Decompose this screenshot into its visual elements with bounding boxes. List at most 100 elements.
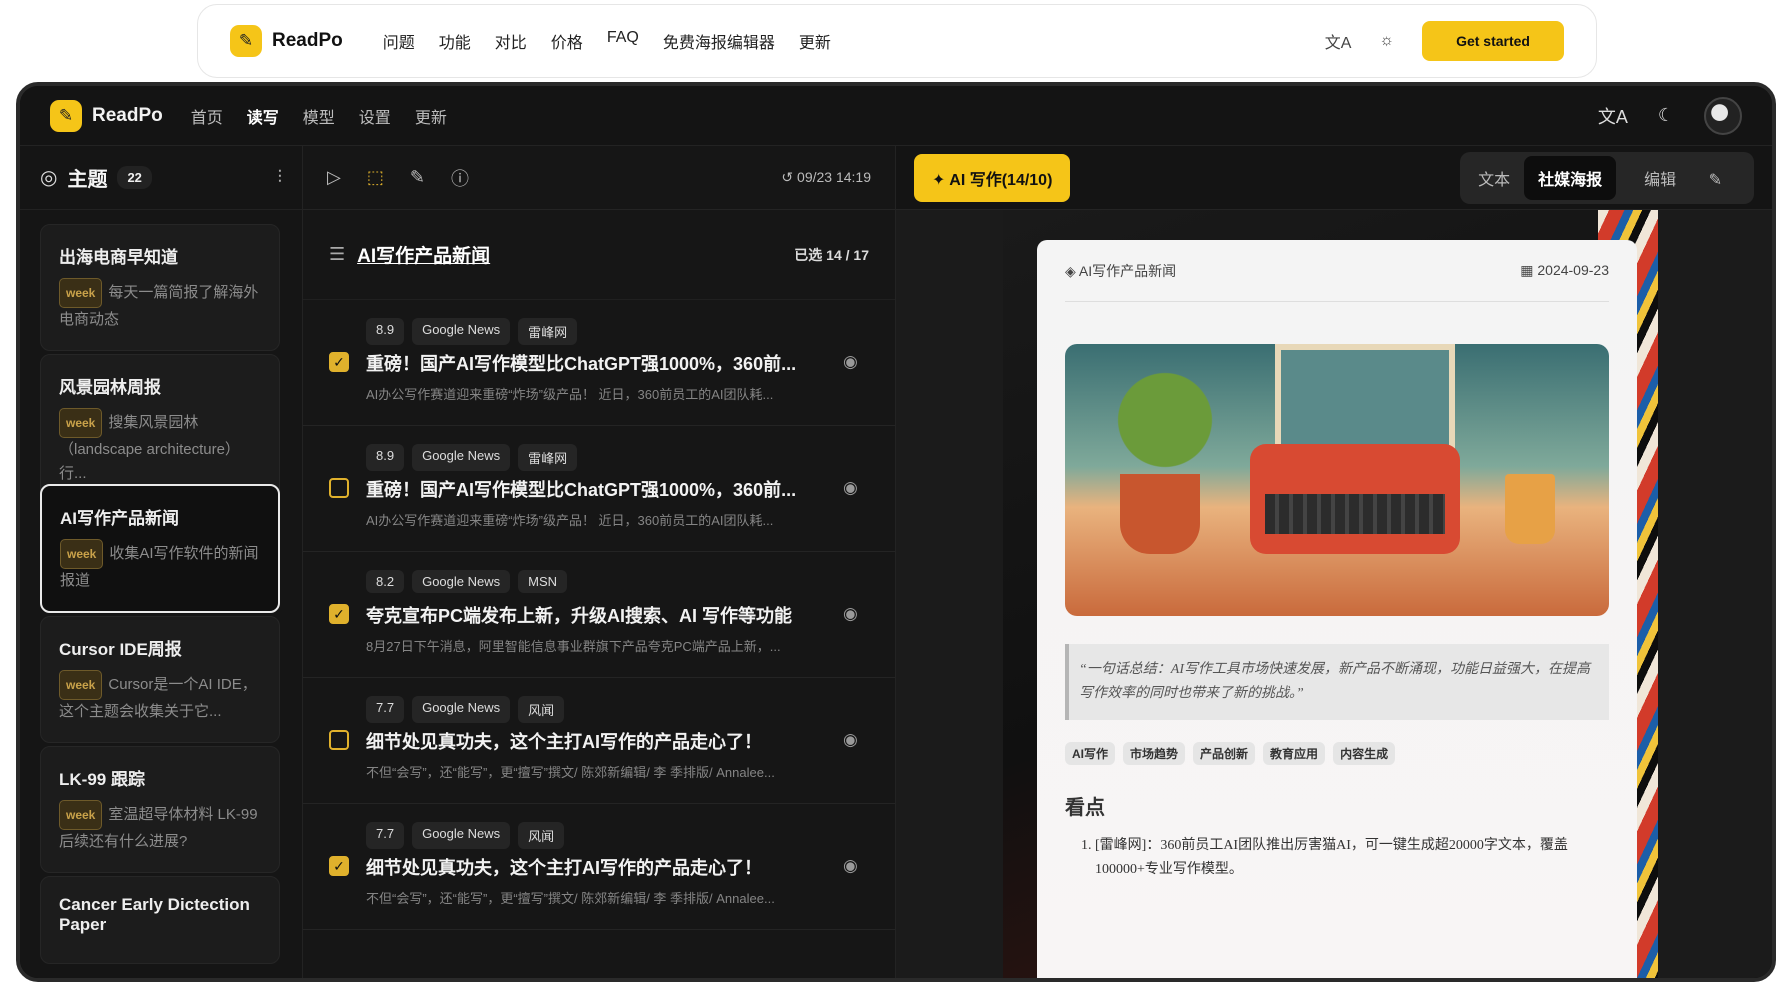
list-icon: ☰ xyxy=(329,244,346,264)
poster-date: ▦ 2024-09-23 xyxy=(1520,262,1609,279)
app-brand-name: ReadPo xyxy=(92,104,163,126)
article-row[interactable]: 8.9 Google News 雷峰网 重磅！国产AI写作模型比ChatGPT强… xyxy=(303,426,895,552)
info-icon[interactable]: ⓘ xyxy=(451,165,469,191)
eye-icon[interactable]: ◉ xyxy=(843,478,858,498)
topic-card[interactable]: 风景园林周报 week 搜集风景园林（landscape architecture… xyxy=(40,354,280,505)
eye-icon[interactable]: ◉ xyxy=(843,352,858,372)
poster-summary-quote: “一句话总结：AI写作工具市场快速发展，新产品不断涌现，功能日益强大，在提高写作… xyxy=(1065,644,1609,720)
site-nav-item-problems[interactable]: 问题 xyxy=(383,29,415,53)
topic-title: 出海电商早知道 xyxy=(59,248,178,267)
site-nav-item-faq[interactable]: FAQ xyxy=(607,29,639,53)
site-nav-item-compare[interactable]: 对比 xyxy=(495,29,527,53)
app-nav-settings[interactable]: 设置 xyxy=(359,104,391,128)
article-checkbox[interactable] xyxy=(329,730,349,750)
tab-social-poster[interactable]: 社媒海报 xyxy=(1524,155,1617,200)
article-title: 夸克宣布PC端发布上新，升级AI搜索、AI 写作等功能 xyxy=(366,606,793,626)
poster-toolbar: ✦ AI 写作(14/10) 文本 社媒海报 编辑 ✎ xyxy=(896,146,1772,210)
score-badge: 8.9 xyxy=(366,318,405,345)
topic-card[interactable]: LK-99 跟踪 week 室温超导体材料 LK-99 后续还有什么进展? xyxy=(40,746,280,873)
app-brand[interactable]: ✎ ReadPo xyxy=(50,99,163,132)
play-icon[interactable]: ▷ xyxy=(327,167,341,188)
poster-illustration xyxy=(1065,344,1609,616)
sparkle-icon: ✦ xyxy=(932,171,950,189)
site-nav-item-updates[interactable]: 更新 xyxy=(799,29,831,53)
poster-point: [雷峰网]：360前员工AI团队推出厉害猫AI，可一键生成超20000字文本，覆… xyxy=(1095,834,1609,882)
selected-count: 已选 14 / 17 xyxy=(794,246,869,263)
topics-count-badge: 22 xyxy=(117,166,152,189)
topic-card[interactable]: Cursor IDE周报 week Cursor是一个AI IDE，这个主题会收集… xyxy=(40,616,280,743)
score-badge: 8.9 xyxy=(366,444,405,471)
app-nav-read-write[interactable]: 读写 xyxy=(247,104,279,128)
source-badge: Google News xyxy=(412,318,511,345)
article-checkbox[interactable]: ✓ xyxy=(329,352,349,372)
brush-icon[interactable]: ✎ xyxy=(410,167,425,188)
poster-points: [雷峰网]：360前员工AI团队推出厉害猫AI，可一键生成超20000字文本，覆… xyxy=(1065,834,1609,882)
publisher-badge: 风闻 xyxy=(518,696,565,723)
app-nav-models[interactable]: 模型 xyxy=(303,104,335,128)
readpo-logo-icon: ✎ xyxy=(50,99,82,132)
pencil-icon: ✎ xyxy=(1704,171,1722,189)
translate-icon[interactable]: 文A xyxy=(1598,103,1628,129)
app-nav-updates[interactable]: 更新 xyxy=(415,104,447,128)
publisher-badge: 风闻 xyxy=(518,822,565,849)
app-window: ✎ ReadPo 首页 读写 模型 设置 更新 文A ☾ ◎ 主题 22 ⫶ 出… xyxy=(16,82,1776,982)
site-brand[interactable]: ✎ ReadPo xyxy=(230,25,343,57)
poster-tag: 内容生成 xyxy=(1333,742,1396,765)
source-badge: Google News xyxy=(412,822,511,849)
score-badge: 8.2 xyxy=(366,570,405,593)
get-started-button[interactable]: Get started xyxy=(1422,21,1564,61)
history-icon: ↺ xyxy=(781,169,798,185)
article-row[interactable]: 8.2 Google News MSN ✓ 夸克宣布PC端发布上新，升级AI搜索… xyxy=(303,552,895,678)
avatar[interactable] xyxy=(1704,96,1742,135)
article-title: 重磅！国产AI写作模型比ChatGPT强1000%，360前... xyxy=(366,354,797,374)
eye-icon[interactable]: ◉ xyxy=(843,730,858,750)
list-title: AI写作产品新闻 xyxy=(357,246,491,267)
calendar-icon: ▦ xyxy=(1520,262,1538,278)
site-header: ✎ ReadPo 问题 功能 对比 价格 FAQ 免费海报编辑器 更新 文A ☼… xyxy=(197,4,1597,78)
cup-illustration xyxy=(1505,474,1555,544)
publisher-badge: 雷峰网 xyxy=(518,444,578,471)
publisher-badge: MSN xyxy=(518,570,568,593)
site-nav-item-pricing[interactable]: 价格 xyxy=(551,29,583,53)
topic-frequency-badge: week xyxy=(59,670,103,700)
tab-edit[interactable]: 编辑 ✎ xyxy=(1616,156,1750,200)
tab-text[interactable]: 文本 xyxy=(1464,156,1524,200)
article-row[interactable]: 8.9 Google News 雷峰网 ✓ 重磅！国产AI写作模型比ChatGP… xyxy=(303,300,895,426)
poster-topic-label: AI写作产品新闻 xyxy=(1078,262,1177,279)
app-header: ✎ ReadPo 首页 读写 模型 设置 更新 文A ☾ xyxy=(20,86,1772,146)
topic-title: Cancer Early Dictection Paper xyxy=(59,895,250,934)
topic-frequency-badge: week xyxy=(59,800,103,830)
article-row[interactable]: 7.7 Google News 风闻 细节处见真功夫，这个主打AI写作的产品走心… xyxy=(303,678,895,804)
topic-card[interactable]: 出海电商早知道 week 每天一篇简报了解海外电商动态 xyxy=(40,224,280,351)
article-summary: 不但“会写”，还“能写”，更“擅写”撰文/ 陈郊新编辑/ 李 季排版/ Anna… xyxy=(366,765,775,780)
filter-sliders-icon[interactable]: ⫶ xyxy=(278,167,283,188)
sidebar-header: ◎ 主题 22 ⫶ xyxy=(20,146,302,210)
readpo-logo-icon: ✎ xyxy=(230,25,262,57)
topic-card-active[interactable]: AI写作产品新闻 week 收集AI写作软件的新闻报道 xyxy=(40,484,280,613)
article-checkbox[interactable]: ✓ xyxy=(329,604,349,624)
view-mode-switch: 文本 社媒海报 编辑 ✎ xyxy=(1460,151,1754,204)
ai-write-button[interactable]: ✦ AI 写作(14/10) xyxy=(914,153,1071,202)
topic-card[interactable]: Cancer Early Dictection Paper xyxy=(40,876,280,964)
source-badge: Google News xyxy=(412,696,511,723)
last-updated-value: 09/23 14:19 xyxy=(797,169,871,185)
list-toolbar: ▷ ⬚ ✎ ⓘ ↺ 09/23 14:19 xyxy=(303,146,895,210)
pot-illustration xyxy=(1120,474,1200,554)
site-nav-item-poster-editor[interactable]: 免费海报编辑器 xyxy=(663,29,775,53)
sun-icon[interactable]: ☼ xyxy=(1379,32,1394,50)
select-cursor-icon[interactable]: ⬚ xyxy=(367,167,384,188)
topic-title: LK-99 跟踪 xyxy=(59,770,145,789)
app-nav-home[interactable]: 首页 xyxy=(191,104,223,128)
score-badge: 7.7 xyxy=(366,696,405,723)
poster-panel: ✦ AI 写作(14/10) 文本 社媒海报 编辑 ✎ ◈ AI写作产品新闻 ▦… xyxy=(896,146,1772,978)
article-row[interactable]: 7.7 Google News 风闻 ✓ 细节处见真功夫，这个主打AI写作的产品… xyxy=(303,804,895,930)
article-checkbox[interactable] xyxy=(329,478,349,498)
eye-icon[interactable]: ◉ xyxy=(843,856,858,876)
moon-icon[interactable]: ☾ xyxy=(1658,105,1674,126)
article-summary: 8月27日下午消息，阿里智能信息事业群旗下产品夸克PC端产品上新，... xyxy=(366,639,781,654)
site-nav-item-features[interactable]: 功能 xyxy=(439,29,471,53)
article-title: 细节处见真功夫，这个主打AI写作的产品走心了！ xyxy=(366,732,762,752)
eye-icon[interactable]: ◉ xyxy=(843,604,858,624)
translate-icon[interactable]: 文A xyxy=(1325,29,1352,53)
article-checkbox[interactable]: ✓ xyxy=(329,856,349,876)
